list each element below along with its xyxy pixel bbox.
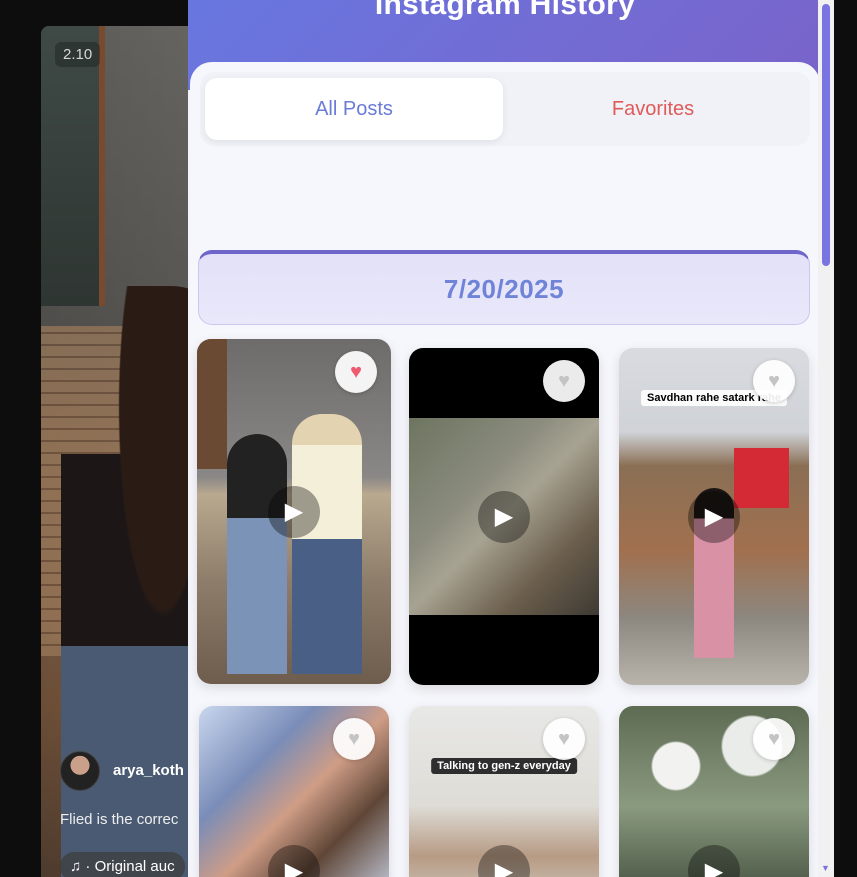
panel-content: All Posts Favorites 7/20/2025 ▶ ♥ ▶ ♥ Sa…: [190, 62, 820, 877]
tab-favorites[interactable]: Favorites: [504, 78, 802, 140]
thumbnail-red-cloth: [734, 448, 789, 508]
scrollbar-thumb[interactable]: [822, 4, 830, 266]
post-card[interactable]: ▶ ♥: [197, 339, 391, 684]
thumbnail-person-right: [292, 414, 362, 674]
post-card[interactable]: Savdhan rahe satark rahe ▶ ♥: [619, 348, 809, 685]
background-window: [41, 26, 105, 306]
history-panel: Instagram History All Posts Favorites 7/…: [188, 0, 834, 877]
scroll-down-icon[interactable]: ▼: [821, 863, 830, 873]
video-timestamp: 2.10: [55, 42, 101, 67]
background-video[interactable]: 2.10 arya_koth Flied is the correc ♫ · O…: [41, 26, 201, 877]
post-card[interactable]: Talking to gen-z everyday ▶ ♥: [409, 706, 599, 877]
play-icon[interactable]: ▶: [478, 490, 530, 543]
thumbnail-person-left: [227, 434, 287, 674]
post-card[interactable]: ▶ ♥: [199, 706, 389, 877]
audio-pill[interactable]: ♫ · Original auc: [60, 852, 185, 877]
tab-bar: All Posts Favorites: [200, 72, 810, 146]
date-group-header: 7/20/2025: [198, 250, 810, 325]
heart-icon[interactable]: ♥: [753, 360, 795, 402]
thumbnail-door: [197, 339, 227, 469]
page-title: Instagram History: [374, 0, 636, 21]
heart-icon[interactable]: ♥: [753, 718, 795, 760]
post-card[interactable]: ▶ ♥: [619, 706, 809, 877]
heart-icon[interactable]: ♥: [333, 718, 375, 760]
heart-icon[interactable]: ♥: [543, 718, 585, 760]
post-card[interactable]: ▶ ♥: [409, 348, 599, 685]
heart-icon[interactable]: ♥: [543, 360, 585, 402]
panel-scrollbar[interactable]: ▼: [818, 0, 834, 877]
post-overlay-text: Talking to gen-z everyday: [431, 758, 577, 774]
play-icon[interactable]: ▶: [268, 485, 320, 538]
play-icon[interactable]: ▶: [688, 490, 740, 543]
avatar[interactable]: [60, 751, 100, 791]
video-caption: Flied is the correc: [60, 811, 179, 828]
username-label[interactable]: arya_koth: [113, 762, 184, 779]
tab-all-posts[interactable]: All Posts: [205, 78, 503, 140]
heart-icon[interactable]: ♥: [335, 351, 377, 393]
